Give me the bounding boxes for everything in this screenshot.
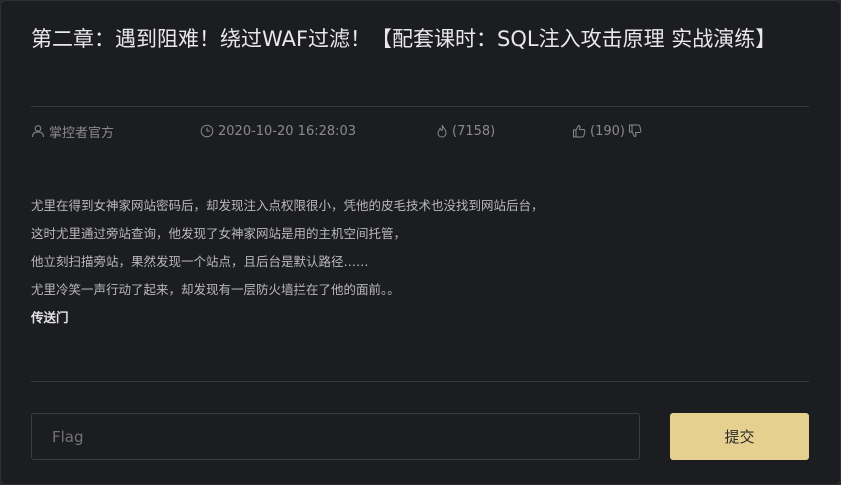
thumbs-down-icon[interactable] — [628, 124, 642, 138]
title-divider — [31, 106, 809, 107]
description-line: 他立刻扫描旁站，果然发现一个站点，且后台是默认路径…… — [31, 254, 369, 269]
author-meta: 掌控者官方 — [31, 122, 115, 141]
description-line: 尤里冷笑一声行动了起来，却发现有一层防火墙拦在了他的面前。。 — [31, 282, 400, 297]
description-line: 这时尤里通过旁站查询，他发现了女神家网站是用的主机空间托管， — [31, 226, 407, 241]
user-icon — [32, 125, 44, 138]
description-line: 尤里在得到女神家网站密码后，却发现注入点权限很小，凭他的皮毛技术也没找到网站后台… — [31, 198, 544, 213]
thumbs-up-icon[interactable] — [572, 124, 586, 138]
submit-button[interactable]: 提交 — [670, 413, 809, 460]
clock-icon — [200, 124, 214, 138]
challenge-description: 尤里在得到女神家网站密码后，却发现注入点权限很小，凭他的皮毛技术也没找到网站后台… — [31, 195, 791, 335]
portal-link[interactable]: 传送门 — [31, 310, 69, 325]
flame-icon — [437, 124, 447, 138]
publish-datetime: 2020-10-20 16:28:03 — [218, 123, 357, 139]
heat-count: (7158) — [452, 123, 496, 139]
heat-meta: (7158) — [436, 122, 495, 140]
flag-input[interactable] — [31, 413, 640, 460]
form-divider — [31, 381, 809, 382]
author-name: 掌控者官方 — [49, 125, 115, 141]
date-meta: 2020-10-20 16:28:03 — [200, 122, 356, 140]
challenge-panel: 第二章：遇到阻难！绕过WAF过滤！【配套课时：SQL注入攻击原理 实战演练】 掌… — [0, 0, 841, 485]
like-count: (190) — [590, 123, 625, 139]
vote-meta: (190) — [572, 122, 642, 140]
challenge-title: 第二章：遇到阻难！绕过WAF过滤！【配套课时：SQL注入攻击原理 实战演练】 — [31, 27, 777, 51]
